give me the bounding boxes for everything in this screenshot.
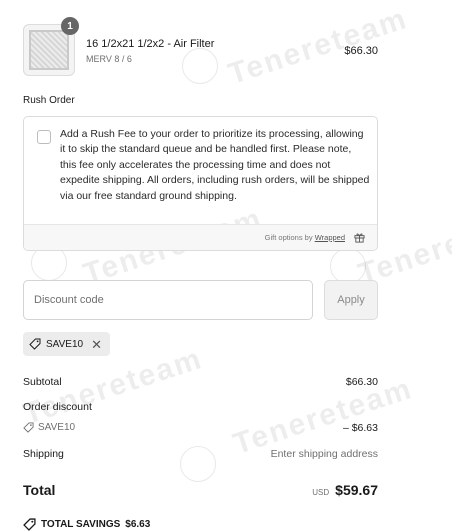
order-discount-label: Order discount <box>23 401 92 413</box>
shipping-value: Enter shipping address <box>270 448 378 460</box>
applied-discount-chip: SAVE10 ✕ <box>23 332 110 356</box>
product-price: $66.30 <box>344 45 378 57</box>
tag-icon <box>29 338 41 350</box>
rush-fee-description: Add a Rush Fee to your order to prioriti… <box>60 128 370 202</box>
shipping-row: Shipping Enter shipping address <box>23 448 378 460</box>
order-discount-row: Order discount <box>23 401 378 413</box>
rush-order-title: Rush Order <box>23 95 75 106</box>
discount-code-input[interactable] <box>23 280 313 320</box>
subtotal-value: $66.30 <box>345 376 378 388</box>
air-filter-image <box>29 30 69 70</box>
shipping-label: Shipping <box>23 448 64 460</box>
order-discount-value: – $6.63 <box>342 422 378 434</box>
product-variant: MERV 8 / 6 <box>86 54 132 64</box>
subtotal-row: Subtotal $66.30 <box>23 376 378 388</box>
product-name: 16 1/2x21 1/2x2 - Air Filter <box>86 38 215 50</box>
applied-discount-code: SAVE10 <box>46 338 84 350</box>
gift-options-bar: Gift options by Wrapped <box>24 224 377 250</box>
total-amount-group: USD $59.67 <box>312 482 378 498</box>
order-discount-code-row: SAVE10 – $6.63 <box>23 422 378 434</box>
watermark-seal-icon <box>330 248 366 284</box>
cart-line-item: 1 16 1/2x21 1/2x2 - Air Filter MERV 8 / … <box>23 17 378 78</box>
total-label: Total <box>23 482 56 498</box>
gift-icon[interactable] <box>354 232 365 243</box>
close-icon[interactable]: ✕ <box>91 338 102 351</box>
rush-fee-checkbox[interactable] <box>37 130 51 144</box>
total-savings-row: TOTAL SAVINGS $6.63 <box>23 518 150 531</box>
total-savings-value: $6.63 <box>125 519 151 530</box>
gift-options-brand-link[interactable]: Wrapped <box>315 233 345 242</box>
total-savings-label: TOTAL SAVINGS <box>41 519 121 530</box>
product-thumbnail: 1 <box>23 17 79 76</box>
total-currency: USD <box>312 488 330 497</box>
rush-order-box: Add a Rush Fee to your order to prioriti… <box>23 116 378 251</box>
tag-icon <box>23 518 36 531</box>
discount-code-line: SAVE10 <box>23 422 378 433</box>
apply-discount-button[interactable]: Apply <box>324 280 378 320</box>
total-row: Total USD $59.67 <box>23 482 378 500</box>
gift-options-text: Gift options by Wrapped <box>265 233 345 242</box>
total-amount: $59.67 <box>335 482 378 498</box>
order-discount-code: SAVE10 <box>38 422 76 433</box>
gift-options-prefix: Gift options by <box>264 233 313 242</box>
quantity-badge: 1 <box>61 17 79 35</box>
subtotal-label: Subtotal <box>23 376 62 388</box>
tag-icon <box>23 422 34 433</box>
